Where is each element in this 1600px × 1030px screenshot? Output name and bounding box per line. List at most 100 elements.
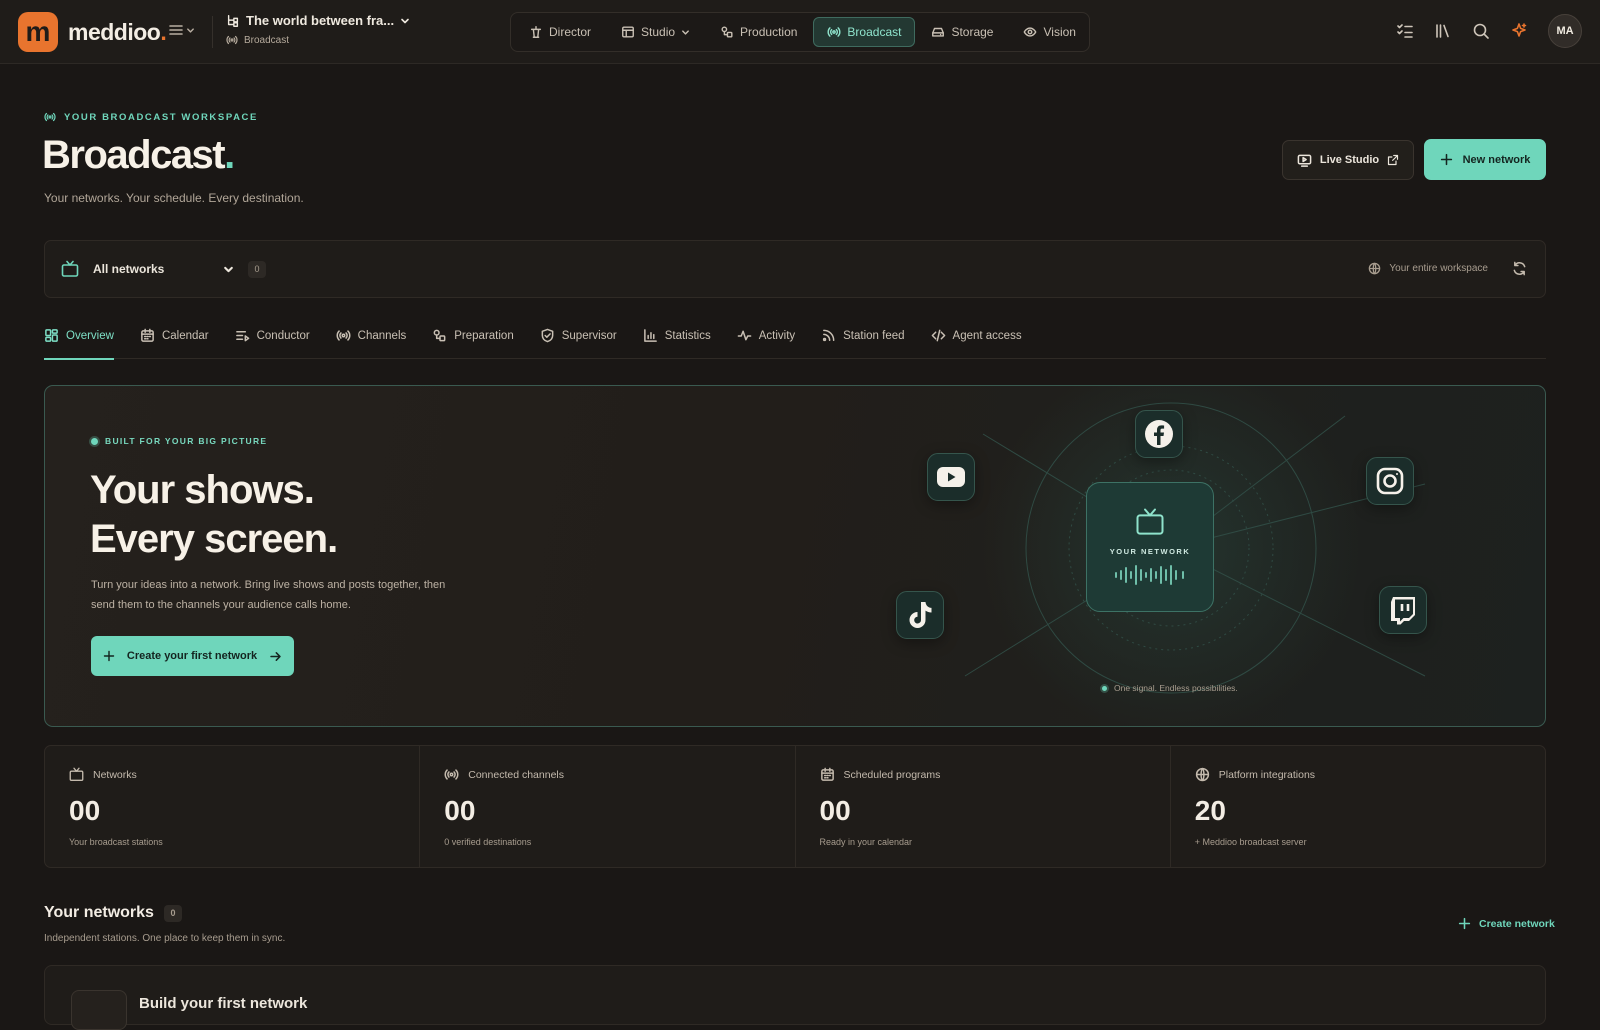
rss-icon [823,329,835,342]
create-first-network-button[interactable]: Create your first network [91,636,294,676]
hub-label: YOUR NETWORK [1109,547,1191,556]
network-select[interactable]: All networks 0 [61,260,266,278]
search-icon[interactable] [1472,22,1490,40]
network-count-badge: 0 [248,260,266,278]
nav-broadcast[interactable]: Broadcast [813,17,916,47]
networks-count-badge: 0 [163,904,182,922]
user-avatar[interactable]: MA [1548,14,1582,48]
card-icon-placeholder [71,990,127,1030]
sparkles-icon[interactable] [1510,22,1528,40]
tab-channels[interactable]: Channels [336,318,406,359]
stat-platform-integrations: Platform integrations 20 + Meddioo broad… [1194,767,1316,847]
broadcast-icon [444,769,459,780]
shapes-icon [433,329,446,342]
stat-connected-channels: Connected channels 00 0 verified destina… [420,746,796,867]
broadcast-icon [827,27,841,37]
checklist-icon[interactable] [1396,22,1414,40]
broadcast-tabs: Overview Calendar Conductor Channels Pre… [44,318,1546,360]
podium-icon [530,26,542,38]
nav-storage[interactable]: Storage [917,17,1007,47]
tab-statistics[interactable]: Statistics [643,318,711,359]
stat-networks: Networks 00 Your broadcast stations [45,746,421,867]
plus-icon [1458,917,1471,930]
page-eyebrow: YOUR BROADCAST WORKSPACE [44,111,258,123]
brand-name: meddioo. [68,19,167,45]
layout-icon [622,26,634,38]
top-actions: MA [1396,14,1582,48]
hero-description: Turn your ideas into a network. Bring li… [91,579,446,611]
plus-icon [1440,153,1452,166]
external-link-icon [1388,154,1399,166]
hard-drive-icon [932,27,945,37]
arrow-right-icon [270,651,281,661]
nav-vision[interactable]: Vision [1009,17,1089,47]
tiktok-icon [896,591,944,639]
networks-section-subtitle: Independent stations. One place to keep … [44,933,286,944]
tab-conductor[interactable]: Conductor [235,318,310,359]
shield-icon [541,328,554,343]
viz-caption: One signal. Endless possibilities. [1102,683,1238,693]
project-subtitle: Broadcast [244,34,290,46]
status-dot [91,437,98,445]
tab-activity[interactable]: Activity [737,318,795,359]
eye-icon [1024,27,1037,37]
youtube-icon [927,453,975,501]
list-play-icon [235,331,249,342]
globe-icon [1195,767,1209,782]
hierarchy-icon [227,14,239,27]
plus-icon [103,650,115,662]
chevron-down-icon [401,18,409,23]
tab-overview[interactable]: Overview [44,318,114,360]
broadcast-icon [44,112,56,122]
broadcast-icon [336,330,351,341]
nav-director[interactable]: Director [515,17,605,47]
globe-icon [1369,262,1381,275]
divider [212,16,213,48]
page-subtitle: Your networks. Your schedule. Every dest… [44,191,304,205]
tab-calendar[interactable]: Calendar [140,318,209,359]
network-filter-bar: All networks 0 Your entire workspace [44,240,1546,298]
workspace-scope: Your entire workspace [1368,261,1527,276]
project-switcher[interactable]: The world between fra... Broadcast [226,13,410,46]
status-dot [1102,685,1107,691]
meddioo-logo-icon[interactable]: m [18,12,58,52]
project-title: The world between fra... [246,13,395,28]
chevron-down-icon [224,266,233,272]
bar-chart-icon [643,329,657,342]
stat-scheduled-programs: Scheduled programs 00 Ready in your cale… [796,746,1171,867]
monitor-play-icon [1297,154,1312,167]
create-network-link[interactable]: Create network [1458,917,1555,930]
tab-agent-access[interactable]: Agent access [931,318,1022,359]
tab-preparation[interactable]: Preparation [432,318,514,359]
hamburger-menu-button[interactable] [168,22,195,38]
page-title: Broadcast. [42,133,235,177]
calendar-icon [141,328,154,342]
hero-heading: Your shows. Every screen. [90,468,338,561]
grid-icon [45,329,58,342]
tv-icon [1136,508,1164,535]
live-studio-button[interactable]: Live Studio [1282,140,1414,180]
library-icon[interactable] [1434,22,1452,40]
tv-icon [61,260,79,277]
new-network-button[interactable]: New network [1424,139,1546,180]
facebook-icon [1135,410,1183,458]
twitch-icon [1379,586,1427,634]
instagram-icon [1366,457,1414,505]
shapes-icon [721,26,733,38]
tab-station-feed[interactable]: Station feed [821,318,905,359]
nav-studio[interactable]: Studio [607,17,704,47]
audio-wave-icon [1115,565,1184,585]
main-nav: Director Studio Production Broadcast Sto… [510,12,1090,52]
tv-icon [69,767,84,781]
calendar-icon [820,767,834,781]
activity-icon [737,330,752,341]
menu-icon [169,25,183,35]
code-icon [931,329,945,342]
top-bar: m meddioo. The world between fra... Broa… [0,0,1600,64]
refresh-icon[interactable] [1512,261,1527,276]
empty-network-card: Build your first network [44,965,1546,1030]
networks-section-title: Your networks 0 [44,904,182,922]
nav-production[interactable]: Production [706,17,811,47]
your-network-hub: YOUR NETWORK [1086,482,1214,612]
tab-supervisor[interactable]: Supervisor [540,318,617,359]
